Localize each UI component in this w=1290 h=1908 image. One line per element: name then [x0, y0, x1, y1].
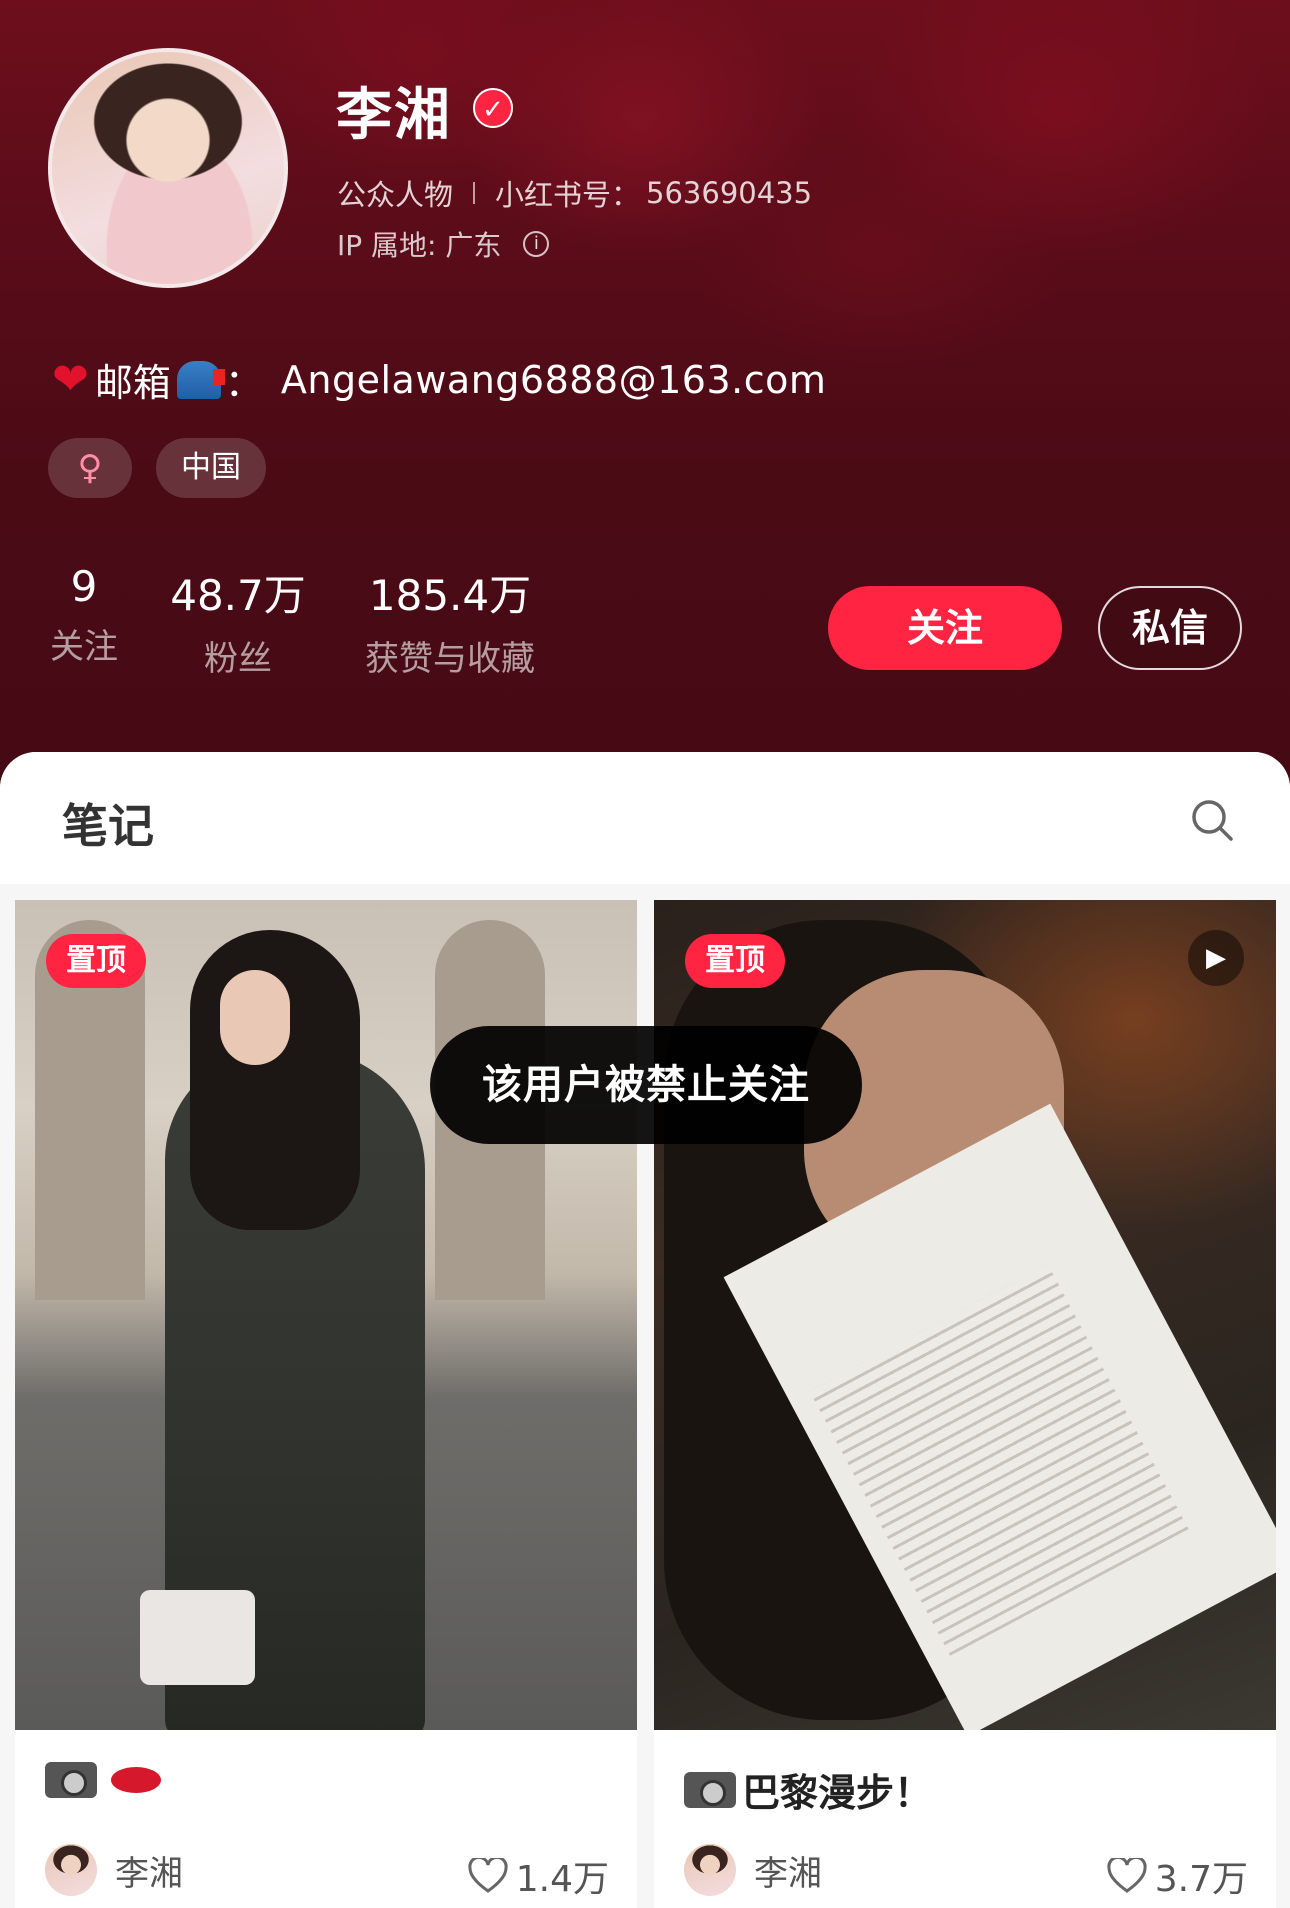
profile-category: 公众人物	[337, 178, 454, 212]
stat-following-value: 9	[70, 562, 98, 611]
region-tag: 中国	[156, 438, 266, 498]
profile-header: 李湘 ✓ 公众人物 小红书号： 563690435 IP 属地: 广东 i ❤ …	[0, 0, 1290, 800]
mailbox-icon	[176, 360, 225, 399]
like-button[interactable]: 1.4万	[468, 1850, 609, 1902]
note-author[interactable]: 李湘	[684, 1844, 822, 1896]
like-count: 1.4万	[515, 1859, 609, 1900]
stat-likes-collects-value: 185.4万	[368, 571, 532, 620]
note-title-text: 巴黎漫步！	[742, 1771, 933, 1815]
bio-colon: ：	[224, 361, 263, 405]
like-button[interactable]: 3.7万	[1107, 1850, 1248, 1902]
stat-likes-collects-label: 获赞与收藏	[365, 639, 535, 679]
toast-message: 该用户被禁止关注	[430, 1026, 862, 1144]
profile-meta: 公众人物 小红书号： 563690435	[337, 172, 812, 214]
meta-divider	[473, 182, 476, 204]
red-id-value[interactable]: 563690435	[646, 176, 812, 210]
pinned-badge: 置顶	[46, 934, 146, 988]
verified-badge-icon: ✓	[473, 88, 513, 128]
red-id-label: 小红书号：	[495, 178, 641, 212]
author-avatar	[684, 1844, 736, 1896]
follow-button[interactable]: 关注	[828, 586, 1062, 670]
like-count: 3.7万	[1154, 1859, 1248, 1900]
search-icon[interactable]	[1190, 798, 1234, 842]
heart-icon	[468, 1858, 508, 1893]
stat-followers-value: 48.7万	[170, 571, 306, 620]
heart-icon	[1107, 1858, 1147, 1893]
author-avatar	[45, 1844, 97, 1896]
note-title	[45, 1762, 161, 1798]
profile-bio: ❤ 邮箱 ： Angelawang6888@163.com	[52, 352, 826, 407]
stat-likes-collects[interactable]: 185.4万 获赞与收藏	[352, 562, 548, 680]
camera-icon	[684, 1771, 736, 1808]
notes-tab-bar: 笔记	[0, 752, 1290, 884]
tab-notes[interactable]: 笔记	[62, 790, 154, 856]
profile-avatar[interactable]	[48, 48, 288, 288]
video-play-icon: ▶	[1188, 930, 1244, 986]
stat-followers[interactable]: 48.7万 粉丝	[168, 562, 308, 680]
bio-label: 邮箱	[94, 361, 171, 405]
stat-following-label: 关注	[50, 627, 118, 667]
notes-panel: 笔记 置顶 李湘 1.4万 置顶 ▶ 巴黎漫步！ 李湘 3.7万	[0, 752, 1290, 1908]
stat-followers-label: 粉丝	[204, 639, 272, 679]
figure-bag	[140, 1590, 255, 1685]
info-icon[interactable]: i	[523, 231, 550, 257]
message-button[interactable]: 私信	[1098, 586, 1242, 670]
profile-name: 李湘	[336, 83, 452, 148]
lips-icon	[111, 1767, 161, 1793]
stat-following[interactable]: 9 关注	[48, 562, 120, 668]
pinned-badge: 置顶	[685, 934, 785, 988]
bio-email: Angelawang6888@163.com	[280, 357, 827, 402]
figure-hair	[190, 930, 360, 1230]
note-title: 巴黎漫步！	[684, 1762, 932, 1817]
author-name: 李湘	[115, 1853, 183, 1894]
note-author[interactable]: 李湘	[45, 1844, 183, 1896]
author-name: 李湘	[754, 1853, 822, 1894]
red-heart-icon: ❤	[52, 354, 89, 405]
ip-location: IP 属地: 广东 i	[337, 224, 550, 264]
ip-location-text: IP 属地: 广东	[337, 229, 502, 262]
gender-tag: ♀	[48, 438, 132, 498]
figure-face	[220, 970, 290, 1065]
camera-icon	[45, 1762, 97, 1798]
note-cover-image[interactable]	[654, 900, 1276, 1730]
note-cover-image[interactable]	[15, 900, 637, 1730]
